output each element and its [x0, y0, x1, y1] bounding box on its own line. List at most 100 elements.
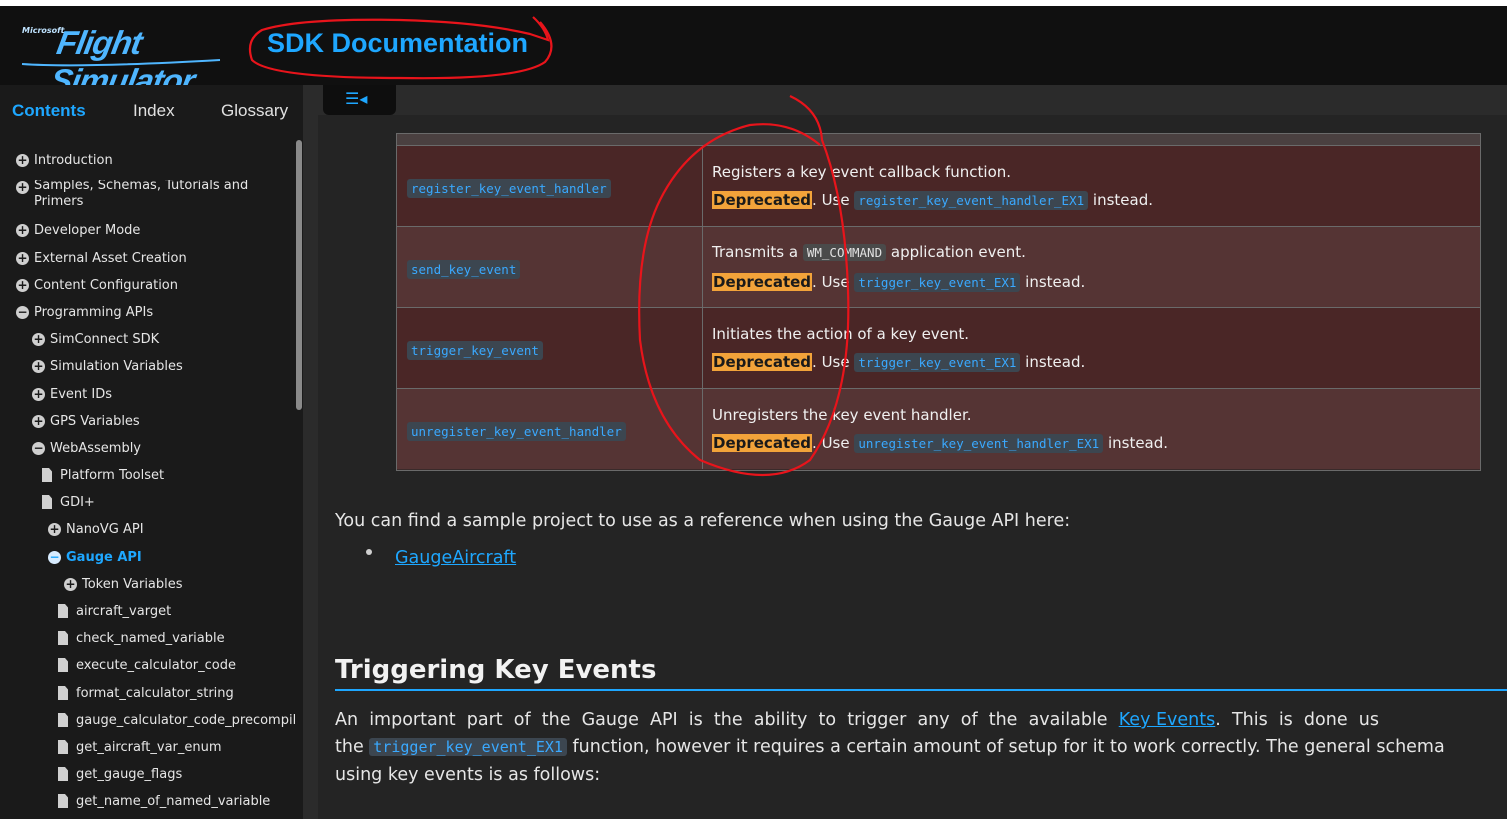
sidebar-scrollbar[interactable] — [296, 140, 302, 410]
use-text: . Use — [812, 191, 855, 209]
sidebar-item[interactable]: + Token Variables — [64, 577, 296, 595]
sidebar-item[interactable]: get_gauge_flags — [58, 767, 296, 785]
sidebar-item-label: execute_calculator_code — [76, 658, 236, 673]
tab-glossary[interactable]: Glossary — [221, 101, 288, 121]
document-icon — [42, 468, 52, 482]
tab-index[interactable]: Index — [133, 101, 175, 121]
collapse-icon: − — [32, 441, 45, 455]
row-description: Initiates the action of a key event. — [712, 325, 970, 343]
paragraph-text: function, however it requires a certain … — [566, 737, 1445, 757]
use-text: . Use — [812, 273, 855, 291]
function-link[interactable]: send_key_event — [407, 260, 521, 279]
replacement-link[interactable]: trigger_key_event_EX1 — [854, 353, 1021, 372]
deprecated-badge: Deprecated — [712, 353, 813, 371]
column-divider — [702, 389, 703, 469]
gauge-aircraft-link[interactable]: GaugeAircraft — [395, 548, 516, 568]
sidebar-item[interactable]: execute_calculator_code — [58, 658, 296, 676]
instead-text: instead. — [1088, 191, 1153, 209]
sidebar-item-label: NanoVG API — [66, 522, 144, 537]
sidebar-item[interactable]: + SimConnect SDK — [32, 332, 296, 350]
instead-text: instead. — [1103, 434, 1169, 452]
sidebar-item-label: Samples, Schemas, Tutorials and — [34, 180, 249, 193]
sidebar-item-label: Content Configuration — [34, 278, 178, 293]
expand-icon: + — [32, 387, 45, 401]
sidebar-item-label: Primers — [34, 194, 84, 209]
document-icon — [58, 740, 68, 754]
document-icon — [58, 767, 68, 781]
sidebar-item-label: WebAssembly — [50, 441, 141, 456]
table-row: trigger_key_event Initiates the action o… — [397, 307, 1480, 388]
column-divider — [702, 227, 703, 307]
replacement-link[interactable]: register_key_event_handler_EX1 — [854, 191, 1089, 210]
expand-icon: + — [64, 577, 77, 591]
table-row: unregister_key_event_handler Unregisters… — [397, 388, 1480, 469]
replacement-link[interactable]: trigger_key_event_EX1 — [854, 273, 1021, 292]
document-icon — [58, 794, 68, 808]
sidebar-item[interactable]: Platform Toolset — [42, 468, 296, 486]
expand-icon: + — [16, 251, 29, 265]
expand-icon: + — [32, 332, 45, 346]
sidebar-item[interactable]: + Event IDs — [32, 387, 296, 405]
trigger-key-event-ex1-code[interactable]: trigger_key_event_EX1 — [369, 738, 567, 756]
sidebar-item-label: Token Variables — [82, 577, 183, 592]
sidebar-item[interactable]: + GPS Variables — [32, 414, 296, 432]
document-icon — [58, 631, 68, 645]
sidebar-item[interactable]: get_name_of_named_variable — [58, 794, 296, 812]
row-description: Unregisters the key event handler. — [712, 406, 972, 424]
sidebar-item[interactable]: + Content Configuration — [16, 278, 296, 296]
heading-rule — [335, 689, 1507, 691]
key-events-link[interactable]: Key Events — [1119, 710, 1216, 730]
use-text: . Use — [812, 434, 855, 452]
row-deprecation-note: Deprecated. Use trigger_key_event_EX1 in… — [712, 273, 1085, 292]
sidebar-item[interactable]: + Introduction — [16, 153, 296, 171]
tab-contents[interactable]: Contents — [12, 101, 86, 121]
sidebar-item[interactable]: − Programming APIs — [16, 305, 296, 323]
sidebar-toggle-icon: ☰◂ — [345, 89, 368, 108]
paragraph-text: An important part of the Gauge API is th… — [335, 710, 1119, 730]
sidebar-toggle-button[interactable]: ☰◂ — [323, 85, 396, 115]
sidebar-item[interactable]: − WebAssembly — [32, 441, 296, 459]
inline-code: WM_COMMAND — [802, 244, 887, 261]
paragraph-text: . This is done us — [1215, 710, 1379, 730]
site-header: Microsoft Flight Simulator SDK Documenta… — [0, 6, 1507, 99]
expand-icon: + — [16, 180, 29, 194]
sidebar-item[interactable]: check_named_variable — [58, 631, 296, 649]
sidebar-item[interactable]: − Gauge API — [48, 550, 296, 568]
sidebar-item[interactable]: + External Asset Creation — [16, 251, 296, 269]
expand-icon: + — [32, 359, 45, 373]
sidebar-item-label: Programming APIs — [34, 305, 154, 320]
sidebar-item[interactable]: + Samples, Schemas, Tutorials and Primers — [16, 180, 296, 214]
paragraph-line: An important part of the Gauge API is th… — [335, 710, 1379, 730]
table-row: send_key_event Transmits a WM_COMMAND ap… — [397, 226, 1480, 307]
sidebar-item[interactable]: format_calculator_string — [58, 686, 296, 704]
sidebar-item[interactable]: aircraft_varget — [58, 604, 296, 622]
document-icon — [58, 686, 68, 700]
table-row: register_key_event_handler Registers a k… — [397, 145, 1480, 226]
sidebar-item-label: SimConnect SDK — [50, 332, 160, 347]
function-link[interactable]: trigger_key_event — [407, 341, 543, 360]
sidebar-item-label: Gauge API — [66, 550, 142, 565]
sidebar-item-label: get_aircraft_var_enum — [76, 740, 222, 755]
expand-icon: + — [32, 414, 45, 428]
sidebar-item[interactable]: get_aircraft_var_enum — [58, 740, 296, 758]
sidebar-item[interactable]: + Simulation Variables — [32, 359, 296, 377]
use-text: . Use — [812, 353, 855, 371]
sidebar-item-label: Event IDs — [50, 387, 112, 402]
collapse-icon: − — [16, 305, 29, 319]
collapse-icon: − — [48, 550, 61, 564]
function-link[interactable]: unregister_key_event_handler — [407, 422, 626, 441]
flight-simulator-logo[interactable]: Microsoft Flight Simulator — [20, 24, 228, 99]
expand-icon: + — [48, 522, 61, 536]
sidebar-item[interactable]: + NanoVG API — [48, 522, 296, 540]
row-deprecation-note: Deprecated. Use trigger_key_event_EX1 in… — [712, 353, 1085, 372]
row-description: Registers a key event callback function. — [712, 163, 1012, 181]
deprecated-badge: Deprecated — [712, 273, 813, 291]
sidebar-item[interactable]: + Developer Mode — [16, 223, 296, 241]
description-prefix: Transmits a — [712, 243, 803, 261]
paragraph-line: using key events is as follows: — [335, 765, 601, 785]
replacement-link[interactable]: unregister_key_event_handler_EX1 — [854, 434, 1104, 453]
sidebar-item[interactable]: GDI+ — [42, 495, 296, 513]
list-bullet — [366, 549, 372, 555]
sidebar-item[interactable]: gauge_calculator_code_precompile — [58, 713, 296, 731]
function-link[interactable]: register_key_event_handler — [407, 179, 611, 198]
